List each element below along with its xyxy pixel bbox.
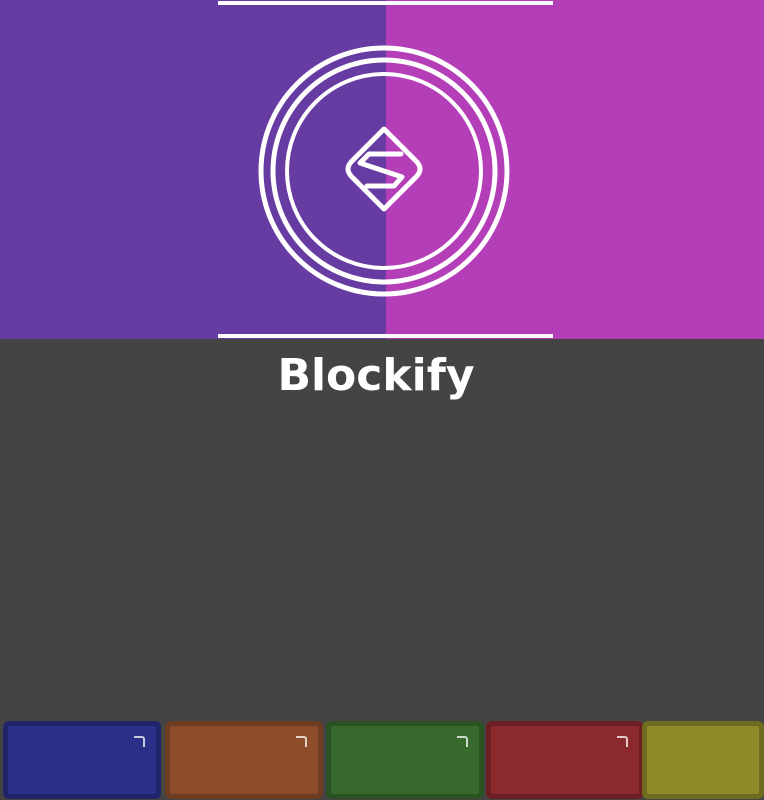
block-corner-highlight xyxy=(134,736,145,747)
block-yellow[interactable] xyxy=(642,721,764,799)
hero-bottom-line xyxy=(218,334,553,338)
block-corner-highlight xyxy=(296,736,307,747)
hero-top-line xyxy=(218,1,553,5)
block-blue[interactable] xyxy=(3,721,161,799)
block-green[interactable] xyxy=(326,721,484,799)
block-tray xyxy=(0,719,764,800)
page-title: Blockify xyxy=(277,350,475,401)
hero-banner xyxy=(0,0,764,339)
block-corner-highlight xyxy=(457,736,468,747)
s-diamond-coin-icon xyxy=(258,45,510,297)
block-corner-highlight xyxy=(617,736,628,747)
block-orange[interactable] xyxy=(165,721,323,799)
block-red[interactable] xyxy=(486,721,644,799)
